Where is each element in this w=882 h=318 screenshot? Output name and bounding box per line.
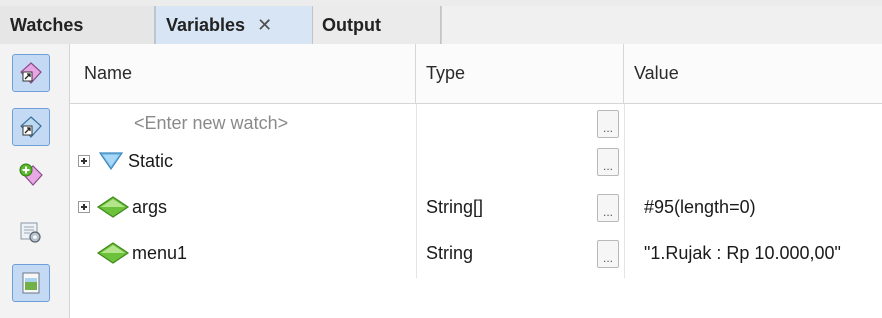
value-editor-button[interactable]: ... xyxy=(597,110,619,138)
local-variable-icon xyxy=(96,242,130,264)
new-watch-placeholder[interactable]: <Enter new watch> xyxy=(134,113,288,134)
save-image-button[interactable] xyxy=(12,264,50,302)
new-watch-icon xyxy=(19,163,43,186)
new-watch-button[interactable] xyxy=(12,156,50,194)
static-field-icon xyxy=(98,152,124,171)
column-divider xyxy=(624,104,625,278)
settings-button[interactable] xyxy=(12,214,50,252)
table-header: Name Type Value xyxy=(70,44,882,104)
column-header-type[interactable]: Type xyxy=(416,44,624,103)
watch-toggle-button[interactable] xyxy=(12,54,50,92)
value-editor-button[interactable]: ... xyxy=(597,240,619,268)
variable-name: args xyxy=(132,196,168,217)
column-header-value[interactable]: Value xyxy=(624,44,882,103)
column-divider xyxy=(416,104,417,278)
debug-toolbar xyxy=(0,44,70,318)
name-cell: menu1 xyxy=(70,234,416,272)
expand-icon[interactable] xyxy=(78,201,90,213)
name-cell: <Enter new watch> xyxy=(70,104,416,142)
column-header-name[interactable]: Name xyxy=(70,44,416,103)
value-cell xyxy=(644,142,882,180)
table-row[interactable]: args String[] ... #95(length=0) xyxy=(70,188,882,226)
expand-icon[interactable] xyxy=(78,155,90,167)
save-image-icon xyxy=(22,272,40,294)
value-cell: #95(length=0) xyxy=(644,196,756,217)
name-cell: Static xyxy=(70,142,416,180)
value-cell: "1.Rujak : Rp 10.000,00" xyxy=(644,242,841,263)
value-editor-button[interactable]: ... xyxy=(597,194,619,222)
show-static-icon xyxy=(20,116,42,138)
local-variable-icon xyxy=(96,196,130,218)
value-editor-button[interactable]: ... xyxy=(597,148,619,176)
close-icon[interactable]: ✕ xyxy=(257,15,272,36)
tab-output[interactable]: Output xyxy=(313,6,441,44)
variable-name: Static xyxy=(128,150,174,171)
type-cell xyxy=(416,142,596,180)
tab-label: Output xyxy=(322,14,381,35)
settings-icon xyxy=(20,222,41,243)
table-row[interactable]: menu1 String ... "1.Rujak : Rp 10.000,00… xyxy=(70,234,882,272)
type-cell: String[] xyxy=(426,196,484,217)
tab-strip-filler xyxy=(441,6,882,44)
variables-table: Name Type Value <Enter new watch> ... St… xyxy=(70,44,882,318)
watch-toggle-icon xyxy=(20,62,42,84)
tab-watches[interactable]: Watches xyxy=(0,6,155,44)
variable-name: menu1 xyxy=(132,242,188,263)
tab-bar: Watches Variables ✕ Output xyxy=(0,0,882,44)
tab-label: Variables xyxy=(166,14,246,35)
tab-variables[interactable]: Variables ✕ xyxy=(155,6,313,44)
name-cell: args xyxy=(70,188,416,226)
new-watch-row[interactable]: <Enter new watch> ... xyxy=(70,104,882,142)
tab-label: Watches xyxy=(10,14,84,35)
show-static-button[interactable] xyxy=(12,108,50,146)
type-cell: String xyxy=(426,242,474,263)
table-row[interactable]: Static ... xyxy=(70,142,882,180)
